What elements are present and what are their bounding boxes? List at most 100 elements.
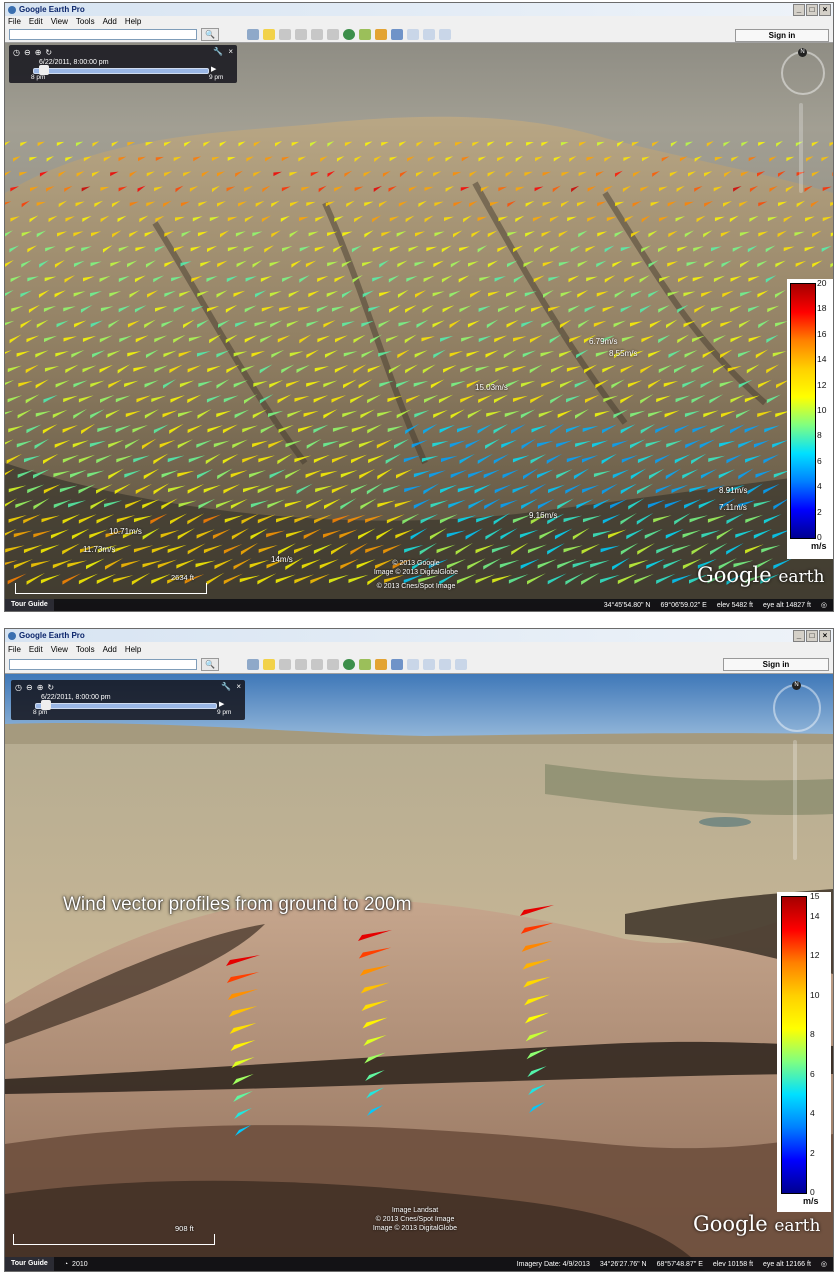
historical-imagery-year-icon[interactable]: ◔ [64,1261,68,1268]
wind-speed-label: 14m/s [271,555,293,564]
wind-speed-legend: 20 18 16 14 12 10 8 6 4 2 0 m/s [787,278,833,559]
planets-icon[interactable] [375,29,387,40]
compass-navigation[interactable]: N [773,681,821,732]
close-icon[interactable]: × [819,630,831,642]
streaming-indicator-icon: ◎ [820,1261,827,1268]
status-bar: Tour Guide 34°45'54.80" N 69°06'59.02" E… [5,599,833,611]
time-slider-track[interactable] [35,700,217,710]
print-icon[interactable] [423,29,435,40]
close-time-slider-icon[interactable]: × [236,682,241,691]
view-in-maps-icon[interactable] [455,659,467,670]
clock-icon[interactable]: ◷ [15,683,22,692]
path-icon[interactable] [295,29,307,40]
clock-icon[interactable]: ◷ [13,48,20,57]
record-tour-icon[interactable] [327,29,339,40]
sidebar-toggle-icon[interactable] [247,29,259,40]
menu-help[interactable]: Help [125,17,141,26]
zoom-slider[interactable] [799,103,803,193]
minimize-icon[interactable]: _ [793,630,805,642]
ruler-icon[interactable] [391,659,403,670]
save-image-icon[interactable] [439,659,451,670]
logo-word-google: Google [693,1212,768,1236]
historical-imagery-icon[interactable] [343,29,355,40]
sidebar-toggle-icon[interactable] [247,659,259,670]
image-overlay-icon[interactable] [311,659,323,670]
historical-imagery-icon[interactable] [343,659,355,670]
print-icon[interactable] [423,659,435,670]
google-earth-window-top: Google Earth Pro _ □ × File Edit View To… [4,2,834,612]
zoom-in-time-icon[interactable]: ⊕ [37,683,44,692]
play-icon[interactable]: ▶ [219,700,224,708]
north-icon: N [798,48,807,57]
earth-3d-view[interactable]: ◷ ⊖ ⊕ ↻ 🔧 × 6/22/2011, 8:00:00 pm ▶ 8 pm… [5,43,833,611]
wrench-icon[interactable]: 🔧 [221,682,231,691]
path-icon[interactable] [295,659,307,670]
placemark-icon[interactable] [263,659,275,670]
eye-altitude-readout: eye alt 14827 ft [763,601,811,609]
menu-help[interactable]: Help [125,645,141,654]
email-icon[interactable] [407,29,419,40]
historical-imagery-year[interactable]: 2010 [72,1261,88,1268]
menu-tools[interactable]: Tools [76,645,95,654]
zoom-out-time-icon[interactable]: ⊖ [26,683,33,692]
compass-navigation[interactable]: N [781,48,825,95]
credit-line: © 2013 Cnes/Spot Image [376,583,456,590]
latitude-readout: 34°45'54.80" N [603,601,651,609]
email-icon[interactable] [407,659,419,670]
menu-add[interactable]: Add [103,645,117,654]
ruler-icon[interactable] [391,29,403,40]
zoom-out-time-icon[interactable]: ⊖ [24,48,31,57]
wind-speed-label: 9.16m/s [529,511,558,520]
legend-color-bar [790,283,816,539]
tour-guide-button[interactable]: Tour Guide [5,599,54,611]
menu-view[interactable]: View [51,645,68,654]
search-icon[interactable]: 🔍 [201,28,219,41]
tour-guide-button[interactable]: Tour Guide [5,1257,54,1271]
time-slider-icons: ◷ ⊖ ⊕ ↻ [15,683,54,692]
save-image-icon[interactable] [439,29,451,40]
close-time-slider-icon[interactable]: × [228,47,233,56]
menu-file[interactable]: File [8,645,21,654]
zoom-slider[interactable] [793,740,797,860]
minimize-icon[interactable]: _ [793,4,805,16]
google-earth-logo: Google earth [693,1212,820,1236]
search-input[interactable] [9,29,197,40]
window-controls: _ □ × [793,630,831,642]
menu-view[interactable]: View [51,17,68,26]
loop-icon[interactable]: ↻ [47,683,54,692]
play-icon[interactable]: ▶ [211,65,216,73]
wind-speed-label: 7.11m/s [719,503,747,512]
zoom-in-time-icon[interactable]: ⊕ [35,48,42,57]
search-input[interactable] [9,659,197,670]
planets-icon[interactable] [375,659,387,670]
menu-file[interactable]: File [8,17,21,26]
time-slider-track[interactable] [33,65,209,75]
close-icon[interactable]: × [819,4,831,16]
sunlight-icon[interactable] [359,659,371,670]
record-tour-icon[interactable] [327,659,339,670]
maximize-icon[interactable]: □ [806,4,818,16]
legend-tick-label: 6 [810,1068,815,1079]
menu-edit[interactable]: Edit [29,645,43,654]
polygon-icon[interactable] [279,659,291,670]
search-icon[interactable]: 🔍 [201,658,219,671]
maximize-icon[interactable]: □ [806,630,818,642]
wind-speed-label: 6.79m/s [589,337,618,346]
placemark-icon[interactable] [263,29,275,40]
loop-icon[interactable]: ↻ [45,48,52,57]
sign-in-button[interactable]: Sign in [723,658,829,671]
time-slider-panel: ◷ ⊖ ⊕ ↻ 🔧 × 6/22/2011, 8:00:00 pm ▶ 8 pm… [11,680,245,720]
polygon-icon[interactable] [279,29,291,40]
menu-add[interactable]: Add [103,17,117,26]
image-overlay-icon[interactable] [311,29,323,40]
logo-word-google: Google [697,563,772,587]
wrench-icon[interactable]: 🔧 [213,47,223,56]
sign-in-button[interactable]: Sign in [735,29,829,42]
sunlight-icon[interactable] [359,29,371,40]
elevation-readout: elev 5482 ft [716,601,754,609]
menu-tools[interactable]: Tools [76,17,95,26]
earth-3d-view[interactable]: Wind vector profiles from ground to 200m… [5,674,833,1271]
window-title: Google Earth Pro [19,5,85,14]
menu-edit[interactable]: Edit [29,17,43,26]
wind-speed-label: 10.71m/s [109,527,142,536]
